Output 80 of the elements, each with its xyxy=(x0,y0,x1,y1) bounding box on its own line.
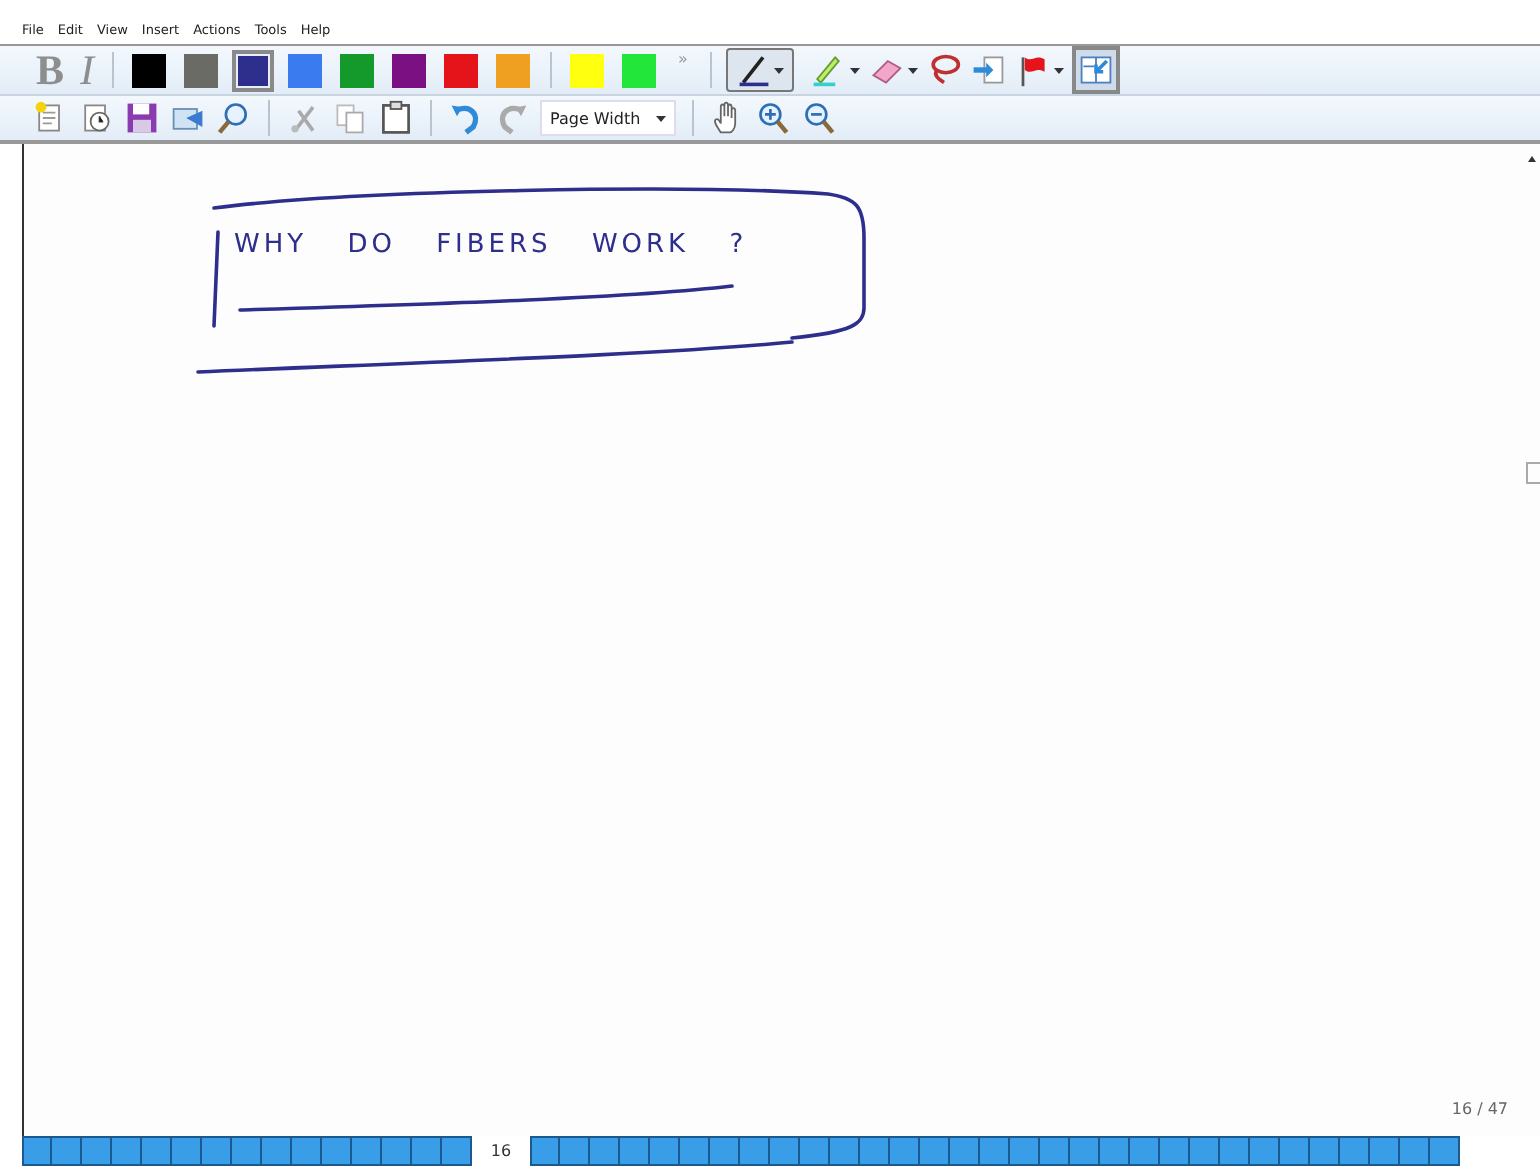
pen-icon[interactable] xyxy=(735,52,772,88)
current-page-number: 16 xyxy=(488,1140,514,1164)
page-thumbnail[interactable] xyxy=(412,1136,442,1166)
page-thumbnail[interactable] xyxy=(710,1136,740,1166)
page-thumbnail[interactable] xyxy=(82,1136,112,1166)
page-thumbnail[interactable] xyxy=(1190,1136,1220,1166)
page-thumbnail[interactable] xyxy=(680,1136,710,1166)
caret-icon[interactable] xyxy=(1053,67,1064,73)
page-thumbnail[interactable] xyxy=(22,1136,52,1166)
color-swatch[interactable] xyxy=(232,49,275,91)
color-swatch[interactable] xyxy=(388,49,431,91)
color-swatch[interactable] xyxy=(336,49,379,91)
page-thumbnail[interactable] xyxy=(920,1136,950,1166)
page-thumbnail[interactable] xyxy=(980,1136,1010,1166)
page-thumbnail[interactable] xyxy=(1250,1136,1280,1166)
page-thumbnail[interactable] xyxy=(1340,1136,1370,1166)
page-thumbnail[interactable] xyxy=(1430,1136,1460,1166)
page-thumbnail[interactable] xyxy=(112,1136,142,1166)
page-thumbnail[interactable] xyxy=(800,1136,830,1166)
caret-icon[interactable] xyxy=(849,67,860,73)
insert-space-icon[interactable] xyxy=(969,52,1006,88)
zoom-in-icon[interactable] xyxy=(756,100,793,136)
pen-button[interactable] xyxy=(725,48,794,92)
page-thumbnail[interactable] xyxy=(442,1136,472,1166)
open-icon[interactable] xyxy=(78,100,114,136)
zoom-dropdown[interactable]: Page Width xyxy=(540,100,677,136)
page-thumbnail[interactable] xyxy=(890,1136,920,1166)
undo-icon[interactable] xyxy=(448,100,484,136)
page-thumbnail[interactable] xyxy=(1370,1136,1400,1166)
copy-icon[interactable] xyxy=(332,100,368,136)
page-thumbnail[interactable] xyxy=(530,1136,560,1166)
page-thumbnail[interactable] xyxy=(1130,1136,1160,1166)
page-thumbnail[interactable] xyxy=(770,1136,800,1166)
scroll-up-arrow[interactable] xyxy=(1528,156,1536,162)
caret-icon[interactable] xyxy=(907,67,918,73)
page-thumbnail[interactable] xyxy=(52,1136,82,1166)
page-thumbnail[interactable] xyxy=(590,1136,620,1166)
page-thumbnail[interactable] xyxy=(560,1136,590,1166)
color-swatch[interactable] xyxy=(180,49,223,91)
color-swatch[interactable] xyxy=(566,49,609,91)
zoom-out-icon[interactable] xyxy=(802,100,839,136)
caret-icon[interactable] xyxy=(773,67,784,73)
page-thumbnail[interactable] xyxy=(950,1136,980,1166)
page-thumbnail[interactable] xyxy=(202,1136,232,1166)
page-thumbnail[interactable] xyxy=(1160,1136,1190,1166)
page-thumbnail[interactable] xyxy=(172,1136,202,1166)
page-thumbnail[interactable] xyxy=(142,1136,172,1166)
page-thumbnail[interactable] xyxy=(740,1136,770,1166)
color-swatch[interactable] xyxy=(128,49,171,91)
page-thumbnail[interactable] xyxy=(830,1136,860,1166)
color-swatch[interactable] xyxy=(440,49,483,91)
search-icon[interactable] xyxy=(216,100,252,136)
color-swatch[interactable] xyxy=(618,49,661,91)
page-thumbnail[interactable] xyxy=(382,1136,412,1166)
page-thumbnail[interactable] xyxy=(1070,1136,1100,1166)
scroll-marker xyxy=(1526,462,1540,484)
page-thumbnail[interactable] xyxy=(262,1136,292,1166)
page-thumbnail[interactable] xyxy=(1040,1136,1070,1166)
page-thumbnail[interactable] xyxy=(352,1136,382,1166)
page-thumbnail[interactable] xyxy=(1310,1136,1340,1166)
save-icon[interactable] xyxy=(124,100,160,136)
page-thumbnail[interactable] xyxy=(292,1136,322,1166)
redo-icon[interactable] xyxy=(494,100,530,136)
paste-icon[interactable] xyxy=(378,100,414,136)
page-thumbnail[interactable] xyxy=(1280,1136,1310,1166)
color-swatch[interactable] xyxy=(284,49,327,91)
lasso-icon[interactable] xyxy=(925,52,962,88)
page-thumbnail[interactable] xyxy=(620,1136,650,1166)
page-thumbnail[interactable] xyxy=(650,1136,680,1166)
page-thumbnail[interactable] xyxy=(1220,1136,1250,1166)
color-swatch[interactable] xyxy=(492,49,535,91)
page-thumbnail[interactable] xyxy=(860,1136,890,1166)
page-thumbnail[interactable] xyxy=(322,1136,352,1166)
caret-icon[interactable] xyxy=(656,115,667,121)
page-number: 16 / 47 xyxy=(1451,1100,1508,1118)
page-thumbnail[interactable] xyxy=(1100,1136,1130,1166)
handwritten-title: WHY DO FIBERS WORK ? xyxy=(234,230,748,260)
page-thumbnail[interactable] xyxy=(232,1136,262,1166)
page-thumbnail[interactable] xyxy=(1010,1136,1040,1166)
page-thumbnail[interactable] xyxy=(1400,1136,1430,1166)
